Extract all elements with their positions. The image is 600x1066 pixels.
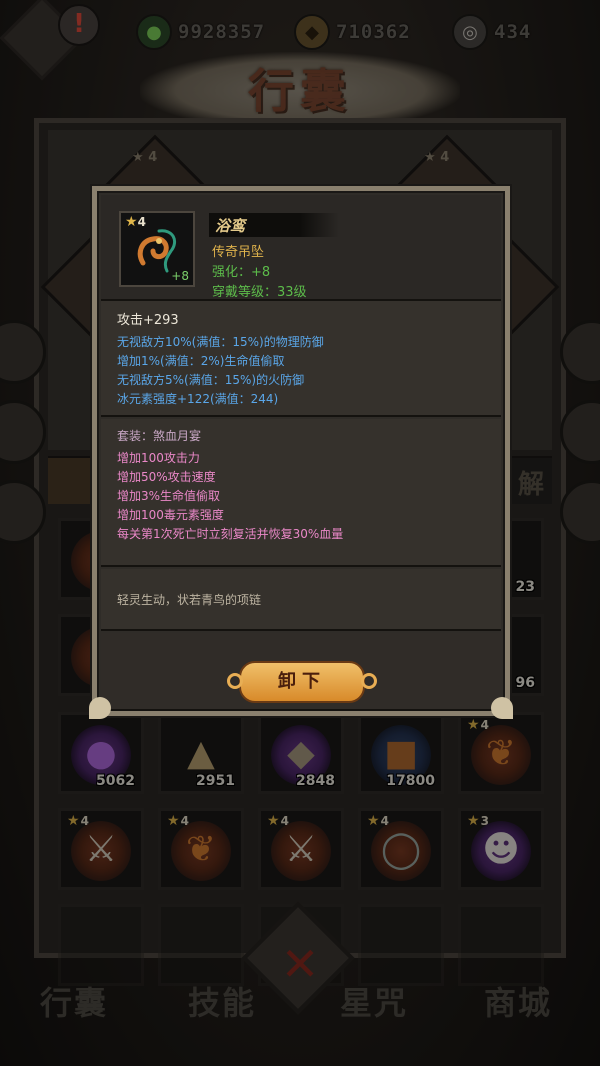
attribute-line: 冰元素强度+122(满值：244) bbox=[117, 392, 279, 406]
attribute-line: 无视敌方5%(满值：15%)的火防御 bbox=[117, 373, 305, 387]
enhance-level: +8 bbox=[171, 269, 189, 283]
item-icon: ★4 +8 bbox=[119, 211, 195, 287]
attribute-section: 攻击+293 无视敌方10%(满值：15%)的物理防御 增加1%(满值：2%)生… bbox=[101, 301, 501, 417]
set-name: 套装：煞血月宴 bbox=[117, 429, 202, 443]
corner-ornament bbox=[491, 697, 513, 719]
set-effect: 增加100毒元素强度 bbox=[117, 508, 224, 522]
item-description: 轻灵生动，状若青鸟的项链 bbox=[117, 593, 262, 607]
item-type: 传奇吊坠 bbox=[212, 245, 265, 260]
set-effect: 增加3%生命值偷取 bbox=[117, 489, 221, 503]
item-name: 浴鸾 bbox=[215, 217, 246, 235]
attribute-line: 无视敌方10%(满值：15%)的物理防御 bbox=[117, 335, 324, 349]
set-bonus-section: 套装：煞血月宴 增加100攻击力 增加50%攻击速度 增加3%生命值偷取 增加1… bbox=[101, 419, 501, 567]
item-enhance: 强化：+8 bbox=[212, 265, 271, 280]
set-effect: 增加50%攻击速度 bbox=[117, 470, 216, 484]
corner-ornament bbox=[89, 697, 111, 719]
set-effect: 增加100攻击力 bbox=[117, 451, 200, 465]
item-required-level: 穿戴等级：33级 bbox=[212, 285, 307, 300]
unequip-button[interactable]: 卸下 bbox=[227, 661, 377, 703]
attribute-line: 增加1%(满值：2%)生命值偷取 bbox=[117, 354, 285, 368]
item-header: ★4 +8 浴鸾 传奇吊坠 强化：+8 穿戴等级：33级 bbox=[101, 195, 501, 301]
description-section: 轻灵生动，状若青鸟的项链 bbox=[101, 569, 501, 631]
set-effect: 每关第1次死亡时立刻复活并恢复30%血量 bbox=[117, 527, 344, 541]
item-detail-popup: ★4 +8 浴鸾 传奇吊坠 强化：+8 穿戴等级：33级 攻击+293 无视敌方… bbox=[89, 186, 513, 719]
base-attribute: 攻击+293 bbox=[117, 313, 179, 328]
